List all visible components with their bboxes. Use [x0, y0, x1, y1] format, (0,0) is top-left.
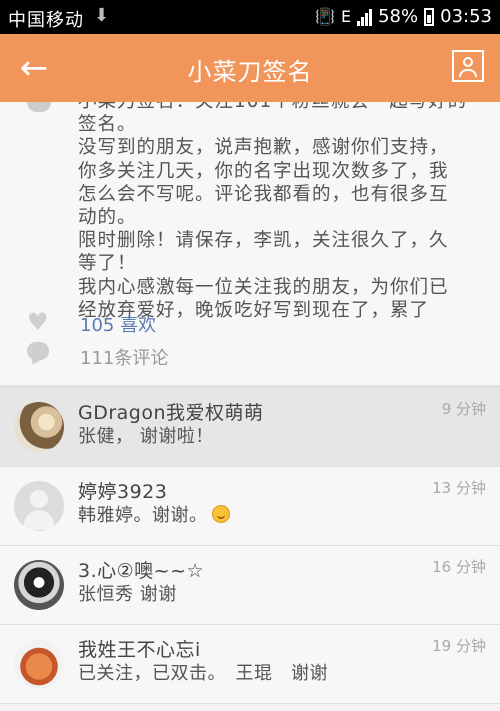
comment-author[interactable]: GDragon我爱权萌萌: [78, 398, 264, 425]
status-bar: 中国移动 ⬇ 📳 E 58% 03:53: [0, 0, 500, 34]
page-title: 小菜刀签名: [187, 58, 313, 86]
comment-text: 张恒秀 谢谢: [78, 584, 177, 605]
app-bar: ← 小菜刀签名: [0, 34, 500, 102]
comment-time: 19 分钟: [432, 637, 486, 655]
comment-time: 13 分钟: [432, 479, 486, 497]
comment-time: 16 分钟: [432, 558, 486, 576]
comment-list: GDragon我爱权萌萌 张健， 谢谢啦！ 9 分钟 婷婷3923 韩雅婷。谢谢…: [0, 388, 500, 704]
post-type-icon: [27, 102, 51, 112]
avatar-placeholder[interactable]: [14, 481, 64, 531]
post-card: 小菜刀签名：关注101个粉丝就会一起写好的 签名。 没写到的朋友，说声抱歉，感谢…: [0, 102, 500, 385]
comment-item[interactable]: 我姓王不心忘i 已关注，已双击。 王琨 谢谢 19 分钟: [0, 625, 500, 704]
post-line: 动的。: [78, 207, 137, 229]
comment-item[interactable]: 婷婷3923 韩雅婷。谢谢。 13 分钟: [0, 467, 500, 546]
comment-item[interactable]: GDragon我爱权萌萌 张健， 谢谢啦！ 9 分钟: [0, 388, 500, 467]
speech-bubble-icon[interactable]: [27, 342, 49, 360]
comment-text: 已关注，已双击。 王琨 谢谢: [78, 663, 328, 684]
post-line: 怎么会不写呢。评论我都看的，也有很多互: [78, 183, 449, 205]
comment-text: 张健， 谢谢啦！: [78, 426, 214, 447]
status-icons: 📳 E 58% 03:53: [315, 6, 492, 27]
heart-icon[interactable]: ♥: [27, 308, 49, 336]
comment-text-wrap: 韩雅婷。谢谢。: [78, 501, 230, 527]
profile-button[interactable]: [452, 50, 484, 82]
comment-author[interactable]: 3.心②噢~~☆: [78, 556, 204, 583]
avatar[interactable]: [14, 560, 64, 610]
carrier-name: 中国移动: [8, 10, 84, 31]
profile-card-icon: [463, 57, 473, 67]
post-line: 小菜刀签名：关注101个粉丝就会一起写好的: [78, 102, 483, 113]
vibrate-icon: 📳: [315, 7, 335, 26]
battery-percent: 58%: [378, 6, 419, 27]
post-line: 限时删除！请保存，李凯，关注很久了，久: [78, 230, 449, 252]
clock: 03:53: [440, 6, 492, 27]
comment-time: 9 分钟: [441, 400, 486, 418]
smiley-emoji-icon: [211, 505, 230, 523]
signal-icon: [357, 8, 373, 26]
post-body: 小菜刀签名：关注101个粉丝就会一起写好的 签名。 没写到的朋友，说声抱歉，感谢…: [78, 102, 483, 322]
post-line: 我内心感激每一位关注我的朋友，为你们已: [78, 276, 449, 298]
comment-count[interactable]: 111条评论: [80, 344, 168, 370]
post-line: 签名。: [78, 114, 137, 136]
avatar[interactable]: [14, 639, 64, 689]
comment-text: 韩雅婷。谢谢。: [78, 505, 208, 526]
comment-author[interactable]: 婷婷3923: [78, 477, 167, 504]
post-line: 等了！: [78, 253, 137, 275]
avatar[interactable]: [14, 402, 64, 452]
download-icon: ⬇: [94, 5, 110, 26]
network-type: E: [341, 7, 352, 26]
comment-author[interactable]: 我姓王不心忘i: [78, 635, 201, 662]
comment-item[interactable]: 3.心②噢~~☆ 张恒秀 谢谢 16 分钟: [0, 546, 500, 625]
post-line: 没写到的朋友，说声抱歉，感谢你们支持，: [78, 137, 449, 159]
like-count[interactable]: 105 喜欢: [80, 311, 156, 337]
post-line: 你多关注几天，你的名字出现次数多了，我: [78, 160, 449, 182]
battery-icon: [424, 7, 435, 26]
